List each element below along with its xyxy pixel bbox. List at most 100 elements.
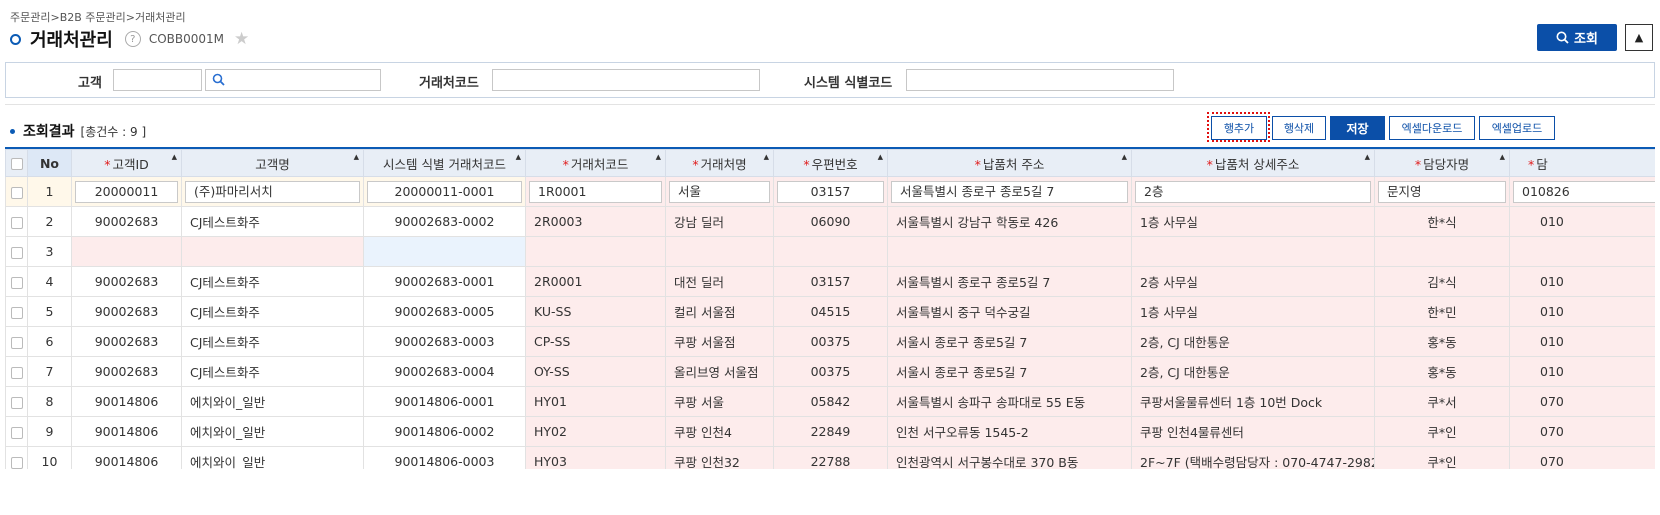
table-row[interactable]: 1 20000011 (주)파마리서치 20000011-0001 1R0001…	[5, 176, 1655, 207]
help-icon[interactable]: ?	[124, 31, 141, 47]
cell-address-detail[interactable]: 1층 사무실	[1131, 296, 1375, 327]
cell-zip[interactable]	[773, 236, 888, 267]
sort-icon[interactable]: ▲	[878, 153, 883, 161]
cell-manager[interactable]: 홍*동	[1374, 356, 1510, 387]
cell-address-detail[interactable]	[1131, 236, 1375, 267]
cell-partner-name[interactable]: 쿠팡 서울	[665, 386, 774, 417]
cell-address-detail[interactable]: 1층 사무실	[1131, 206, 1375, 237]
cell-customer-id[interactable]: 90002683	[71, 356, 182, 387]
cell-zip[interactable]: 00375	[773, 356, 888, 387]
cell-address[interactable]: 서울시 종로구 종로5길 7	[887, 326, 1132, 357]
column-header[interactable]: * 우편번호 ▲	[773, 149, 888, 177]
cell-system-code[interactable]: 90002683-0001	[363, 266, 526, 297]
cell-phone[interactable]: 010	[1509, 296, 1655, 327]
row-select-cell[interactable]	[5, 176, 28, 207]
cell-customer-id[interactable]: 90002683	[71, 206, 182, 237]
table-row[interactable]: 6 90002683 CJ테스트화주 90002683-0003 CP-SS 쿠…	[5, 326, 1655, 357]
table-row[interactable]: 5 90002683 CJ테스트화주 90002683-0005 KU-SS 컬…	[5, 296, 1655, 327]
cell-zip[interactable]: 22788	[773, 446, 888, 469]
checkbox[interactable]	[10, 276, 23, 289]
cell-customer-name[interactable]: CJ테스트화주	[181, 296, 364, 327]
cell-address[interactable]: 서울특별시 종로구 종로5길 7	[887, 176, 1132, 207]
sort-icon[interactable]: ▲	[1365, 153, 1370, 161]
checkbox[interactable]	[10, 456, 23, 469]
cell-partner-code[interactable]: CP-SS	[525, 326, 666, 357]
cell-customer-name[interactable]: CJ테스트화주	[181, 266, 364, 297]
phone-field[interactable]: 010826	[1513, 180, 1655, 203]
cell-address[interactable]: 서울특별시 강남구 학동로 426	[887, 206, 1132, 237]
cell-phone[interactable]: 070	[1509, 416, 1655, 447]
column-header[interactable]: * 담	[1509, 149, 1655, 177]
checkbox[interactable]	[10, 336, 23, 349]
row-select-cell[interactable]	[5, 416, 28, 447]
cell-partner-name[interactable]: 쿠팡 인천4	[665, 416, 774, 447]
sort-icon[interactable]: ▲	[656, 153, 661, 161]
column-header[interactable]: * 거래처명 ▲	[665, 149, 774, 177]
cell-system-code[interactable]	[363, 236, 526, 267]
cell-partner-code[interactable]: HY03	[525, 446, 666, 469]
cell-zip[interactable]: 03157	[773, 176, 888, 207]
cell-customer-id[interactable]	[71, 236, 182, 267]
column-header[interactable]: 고객명 ▲	[181, 149, 364, 177]
sort-icon[interactable]: ▲	[172, 153, 177, 161]
cell-system-code[interactable]: 90014806-0002	[363, 416, 526, 447]
cell-manager[interactable]: 쿠*인	[1374, 446, 1510, 469]
cell-customer-id[interactable]: 90014806	[71, 386, 182, 417]
cell-partner-code[interactable]	[525, 236, 666, 267]
cell-address[interactable]: 인천 서구오류동 1545-2	[887, 416, 1132, 447]
cell-zip[interactable]: 00375	[773, 326, 888, 357]
cell-manager[interactable]: 홍*동	[1374, 326, 1510, 357]
cell-manager[interactable]	[1374, 236, 1510, 267]
cell-customer-id[interactable]: 90002683	[71, 296, 182, 327]
cell-customer-name[interactable]: CJ테스트화주	[181, 206, 364, 237]
favorite-star-icon[interactable]: ★	[234, 29, 249, 49]
cell-system-code[interactable]: 90002683-0004	[363, 356, 526, 387]
cell-phone[interactable]: 010	[1509, 266, 1655, 297]
zip-field[interactable]: 03157	[777, 180, 884, 203]
excel-download-button[interactable]: 엑셀다운로드	[1389, 116, 1475, 140]
cell-partner-name[interactable]: 컬리 서울점	[665, 296, 774, 327]
row-select-cell[interactable]	[5, 296, 28, 327]
cell-address[interactable]: 서울특별시 종로구 종로5길 7	[887, 266, 1132, 297]
cell-partner-name[interactable]: 쿠팡 서울점	[665, 326, 774, 357]
cell-phone[interactable]: 010	[1509, 356, 1655, 387]
cell-system-code[interactable]: 90014806-0003	[363, 446, 526, 469]
cell-partner-name[interactable]: 쿠팡 인천32	[665, 446, 774, 469]
cell-customer-id[interactable]: 20000011	[71, 176, 182, 207]
cell-partner-name[interactable]: 올리브영 서울점	[665, 356, 774, 387]
table-row[interactable]: 3	[5, 236, 1655, 267]
address-detail-field[interactable]: 2층	[1135, 180, 1371, 203]
cell-zip[interactable]: 05842	[773, 386, 888, 417]
cell-address[interactable]: 인천광역시 서구봉수대로 370 B동	[887, 446, 1132, 469]
column-header[interactable]: * 담당자명 ▲	[1374, 149, 1510, 177]
cell-phone[interactable]	[1509, 236, 1655, 267]
cell-manager[interactable]: 쿠*서	[1374, 386, 1510, 417]
cell-partner-name[interactable]: 대전 딜러	[665, 266, 774, 297]
row-select-cell[interactable]	[5, 236, 28, 267]
cell-system-code[interactable]: 90014806-0001	[363, 386, 526, 417]
cell-customer-name[interactable]: CJ테스트화주	[181, 356, 364, 387]
table-row[interactable]: 10 90014806 에치와이_일반 90014806-0003 HY03 쿠…	[5, 446, 1655, 469]
cell-address-detail[interactable]: 쿠팡 인천4물류센터	[1131, 416, 1375, 447]
cell-customer-name[interactable]: 에치와이_일반	[181, 446, 364, 469]
cell-manager[interactable]: 한*식	[1374, 206, 1510, 237]
cell-partner-code[interactable]: 2R0001	[525, 266, 666, 297]
excel-upload-button[interactable]: 엑셀업로드	[1479, 116, 1555, 140]
customer-id-field[interactable]: 20000011	[75, 180, 178, 203]
cell-phone[interactable]: 070	[1509, 386, 1655, 417]
cell-manager[interactable]: 쿠*인	[1374, 416, 1510, 447]
checkbox[interactable]	[10, 396, 23, 409]
table-row[interactable]: 8 90014806 에치와이_일반 90014806-0001 HY01 쿠팡…	[5, 386, 1655, 417]
search-icon[interactable]	[212, 73, 225, 86]
cell-address-detail[interactable]: 2층	[1131, 176, 1375, 207]
checkbox[interactable]	[10, 366, 23, 379]
cell-address-detail[interactable]: 쿠팡서울물류센터 1층 10번 Dock	[1131, 386, 1375, 417]
system-code-field[interactable]: 20000011-0001	[367, 180, 522, 203]
cell-partner-name[interactable]	[665, 236, 774, 267]
cell-system-code[interactable]: 90002683-0002	[363, 206, 526, 237]
partner-code-field[interactable]: 1R0001	[529, 180, 662, 203]
cell-customer-id[interactable]: 90002683	[71, 266, 182, 297]
sort-icon[interactable]: ▲	[516, 153, 521, 161]
partner-name-field[interactable]: 서울	[669, 180, 770, 203]
cell-zip[interactable]: 03157	[773, 266, 888, 297]
